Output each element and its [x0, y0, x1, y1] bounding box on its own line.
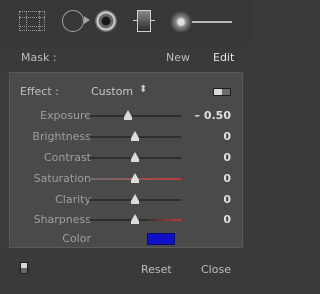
slider-thumb[interactable]	[131, 214, 139, 224]
slider-thumb[interactable]	[131, 173, 139, 183]
reset-button[interactable]: Reset	[141, 263, 172, 276]
color-row: Color	[10, 229, 244, 249]
close-button[interactable]: Close	[201, 263, 231, 276]
slider-value[interactable]: – 0.50	[195, 109, 231, 122]
slider-thumb[interactable]	[131, 152, 139, 162]
slider-label: Contrast	[43, 151, 91, 164]
mask-new-button[interactable]: New	[166, 51, 190, 64]
slider-track[interactable]	[89, 115, 181, 117]
slider-row-clarity: Clarity 0	[10, 190, 244, 210]
slider-label: Sharpness	[33, 213, 91, 226]
adjustment-box: Effect : Custom ⬍ Exposure – 0.50 Bright…	[9, 72, 243, 248]
panel-switch-icon[interactable]	[20, 262, 28, 274]
effect-label: Effect :	[20, 85, 59, 98]
slider-value[interactable]: 0	[223, 193, 231, 206]
effect-panel-toggle-icon[interactable]	[213, 88, 231, 96]
local-adjustment-panel: Mask : New Edit Effect : Custom ⬍ Exposu…	[0, 0, 252, 294]
slider-row-brightness: Brightness 0	[10, 127, 244, 147]
spot-removal-icon[interactable]	[62, 10, 84, 32]
effect-dropdown[interactable]: Custom	[91, 85, 133, 98]
spot-removal-arrow-icon	[84, 16, 90, 24]
slider-label: Clarity	[55, 193, 91, 206]
slider-label: Brightness	[32, 130, 91, 143]
mask-row: Mask : New Edit	[0, 44, 252, 70]
slider-value[interactable]: 0	[223, 172, 231, 185]
slider-value[interactable]: 0	[223, 151, 231, 164]
slider-row-contrast: Contrast 0	[10, 148, 244, 168]
slider-thumb[interactable]	[123, 110, 132, 120]
slider-row-sharpness: Sharpness 0	[10, 210, 244, 230]
updown-arrows-icon[interactable]: ⬍	[139, 84, 147, 95]
slider-label: Exposure	[40, 109, 91, 122]
adjustment-brush-line-icon	[188, 21, 232, 23]
adjustment-brush-icon[interactable]	[170, 11, 192, 33]
tool-strip	[0, 0, 252, 45]
slider-row-saturation: Saturation 0	[10, 169, 244, 189]
slider-label: Saturation	[33, 172, 91, 185]
graduated-filter-icon[interactable]	[137, 10, 151, 32]
red-eye-icon[interactable]	[95, 10, 117, 32]
slider-value[interactable]: 0	[223, 213, 231, 226]
slider-thumb[interactable]	[131, 194, 139, 204]
slider-row-exposure: Exposure – 0.50	[10, 106, 244, 126]
crop-overlay-icon[interactable]	[19, 11, 45, 31]
color-swatch[interactable]	[147, 233, 175, 245]
slider-thumb[interactable]	[131, 131, 139, 141]
mask-edit-button[interactable]: Edit	[213, 51, 234, 64]
color-label: Color	[62, 232, 91, 245]
footer: Reset Close	[0, 252, 252, 294]
mask-label: Mask :	[21, 51, 57, 64]
slider-value[interactable]: 0	[223, 130, 231, 143]
